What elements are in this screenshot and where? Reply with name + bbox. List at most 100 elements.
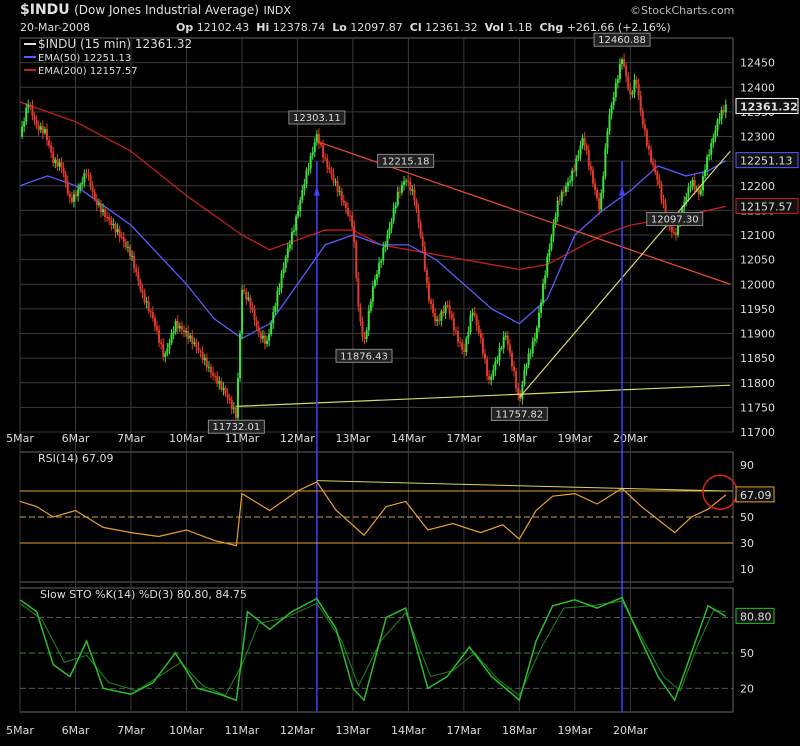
candle-body [637,83,640,96]
candle-body [654,164,657,173]
sto-y-tick-label: 50 [740,647,754,660]
candle-body [79,184,82,190]
x-tick-label-bottom: 7Mar [117,724,145,737]
x-tick-label-price: 20Mar [613,432,648,445]
candle-body [625,66,628,77]
candle-body [454,330,457,332]
candle-body [253,309,256,321]
x-tick-label-price: 5Mar [6,432,34,445]
candle-body [477,325,480,333]
x-tick-label-price: 17Mar [447,432,482,445]
candle-body [203,358,206,361]
candle-body [423,246,426,270]
candle-body [542,283,545,303]
candle-body [465,338,468,353]
candle-body [367,310,370,331]
candle-body [608,114,611,131]
candle-body [658,179,661,185]
candle-body [409,181,412,191]
op-label: Op [176,21,194,34]
lo-value: 12097.87 [350,21,403,34]
candle-body [407,180,410,182]
candle-body [610,104,613,115]
candle-body [504,335,507,337]
op-value: 12102.43 [196,21,250,34]
candle-body [247,297,250,300]
candle-body [259,332,262,339]
candle-body [639,95,642,112]
candle-body [390,220,393,228]
candle-body [376,274,379,280]
candle-body [83,173,86,183]
candle-body [567,182,570,187]
x-tick-label-bottom: 19Mar [557,724,592,737]
candle-body [303,184,306,191]
candle-body [602,176,605,193]
rsi-y-tick-label: 10 [740,563,754,576]
price-annotation-label: 11732.01 [213,422,261,433]
candle-body [268,334,271,341]
candle-body [571,170,574,181]
price-y-tick-label: 12300 [740,131,775,144]
candle-body [598,198,601,210]
candle-body [295,216,298,231]
candle-body [614,83,617,98]
candle-body [77,189,80,197]
candle-body [278,288,281,292]
candle-body [508,344,511,353]
candle-body [299,200,302,212]
candle-body [724,104,727,113]
candle-body [380,260,383,263]
candle-body [180,326,183,330]
candle-body [346,207,349,216]
rsi-value-label: 67.09 [740,489,772,502]
candle-body [591,170,594,184]
candle-body [31,105,34,116]
candle-body [712,137,715,144]
candle-body [33,115,36,121]
candle-body [70,197,73,202]
candle-body [342,200,345,203]
candle-body [141,289,144,293]
candle [604,143,607,180]
candle-body [322,145,325,158]
x-tick-label-bottom: 5Mar [6,724,34,737]
candle-body [421,236,424,247]
candle-body [365,330,368,339]
candle-body [288,244,291,249]
candle-body [197,347,200,351]
candle-body [241,289,244,334]
candle-body [548,249,551,257]
price-y-tick-label: 11700 [740,426,775,439]
candle-body [270,323,273,335]
candle-body [166,348,169,354]
price-annotation-label: 11757.82 [496,409,544,420]
candle-body [357,277,360,307]
candle-body [394,205,397,209]
candle-body [220,381,223,390]
candle-body [670,226,673,232]
candle-body [513,366,516,372]
candle-body [618,64,621,80]
candle-body [58,162,61,167]
candle-body [452,318,455,331]
candle-body [359,306,362,322]
candle-body [149,311,152,313]
candle-body [371,286,374,302]
candle-body [301,190,304,201]
candle-body [643,124,646,131]
x-tick-label-price: 18Mar [502,432,537,445]
candle-body [502,336,505,348]
candle-body [334,181,337,183]
rsi-legend: RSI(14) 67.09 [38,452,113,465]
candle-body [479,332,482,339]
candle-body [427,282,430,301]
candle-body [43,129,46,134]
candle-body [710,143,713,155]
price-legend-ema50: EMA(50) 12251.13 [38,53,131,64]
candle-body [533,338,536,342]
candle-body [174,321,177,332]
x-tick-label-price: 13Mar [336,432,371,445]
candle-body [151,312,154,319]
price-y-tick-label: 12400 [740,81,775,94]
